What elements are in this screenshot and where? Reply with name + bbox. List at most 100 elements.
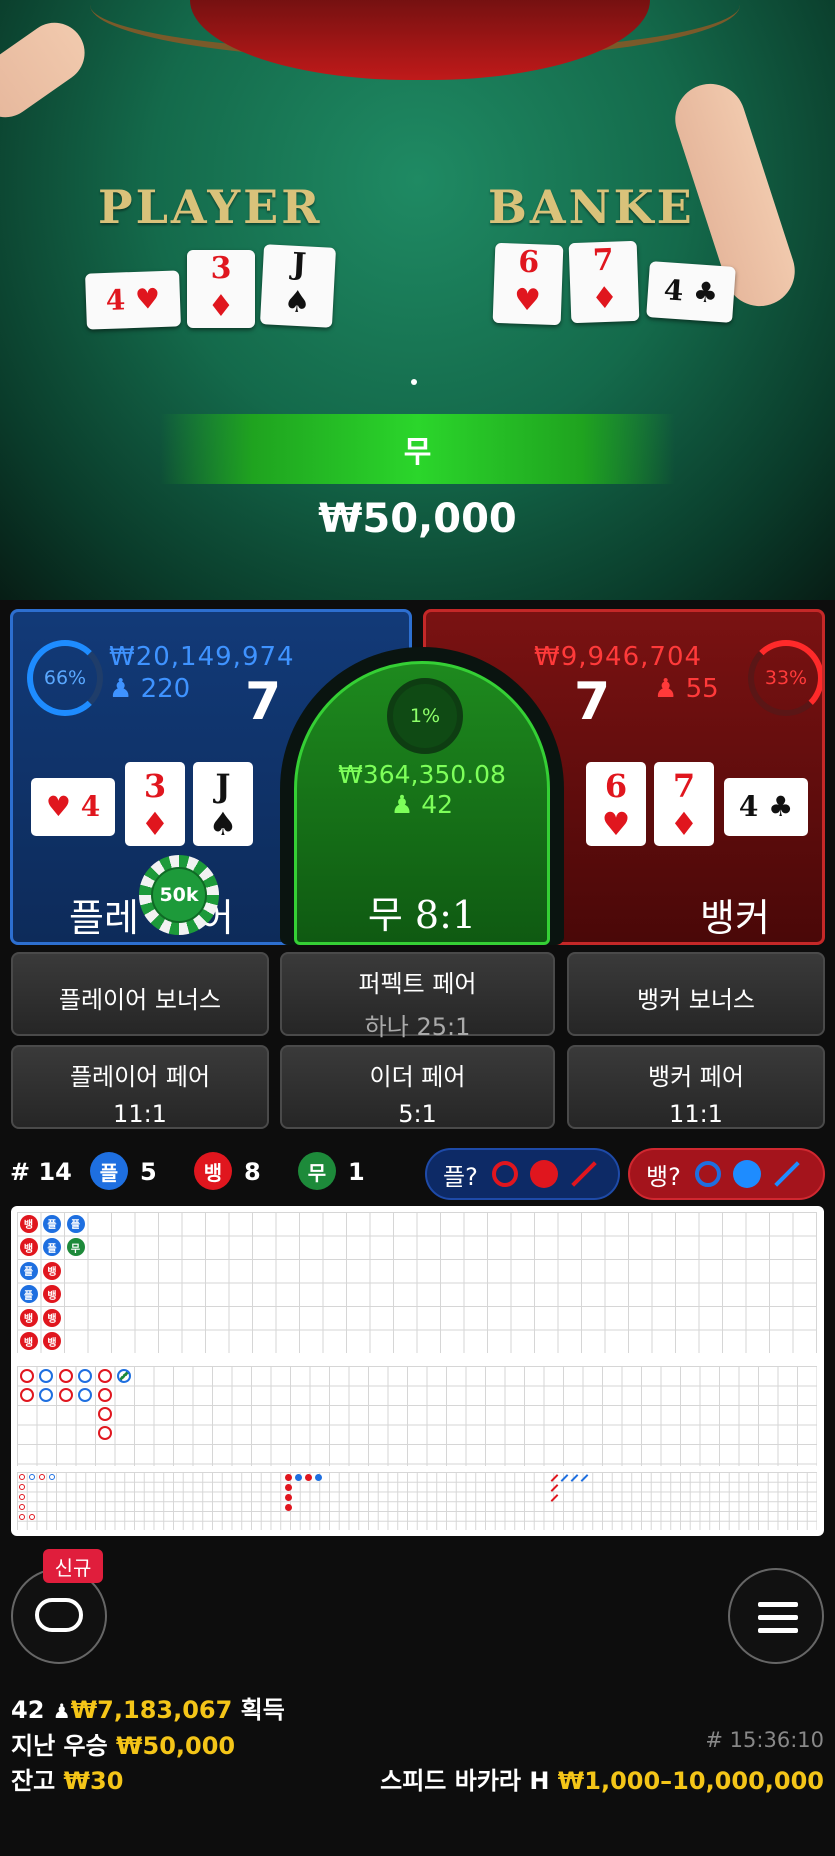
- balance-amount: ₩30: [63, 1767, 124, 1795]
- banker-card-2: 7 ♦: [654, 762, 714, 846]
- big-road-banker-mark: [20, 1388, 34, 1402]
- tie-bet-spot[interactable]: 1% ₩364,350.08 ♟ 42 무 8:1: [294, 661, 550, 945]
- felt-banker-card-1: 6 ♥: [492, 242, 564, 326]
- total-win-amount: ₩7,183,067: [70, 1696, 233, 1724]
- banker-percent-ring: 33%: [748, 640, 822, 716]
- banker-bonus-label: 뱅커 보너스: [636, 986, 756, 1014]
- spade-suit-icon: ♠: [282, 284, 312, 321]
- card-rank: 4: [662, 273, 685, 308]
- felt-player-card-2: 3 ♦: [187, 250, 255, 328]
- felt-player-label: PLAYER: [98, 180, 323, 234]
- lobby-icon: [35, 1598, 83, 1632]
- big-road-banker-mark: [98, 1407, 112, 1421]
- cockroach-mark: [550, 1484, 559, 1492]
- banker-pair-odds: 11:1: [669, 1100, 723, 1128]
- big-road-player-mark: [39, 1369, 53, 1383]
- win-amount: ₩50,000: [318, 496, 517, 542]
- banker-bonus-button[interactable]: 뱅커 보너스: [567, 952, 825, 1036]
- small-road-mark: [285, 1494, 292, 1501]
- bet-chip[interactable]: 50k: [139, 855, 219, 935]
- dealer: [190, 0, 650, 80]
- big-eye-mark: [19, 1484, 25, 1490]
- small-road-mark: [285, 1484, 292, 1491]
- roadmap[interactable]: 뱅뱅플플뱅뱅플플뱅뱅뱅뱅플무: [11, 1206, 824, 1536]
- player-pair-button[interactable]: 플레이어 페어 11:1: [11, 1045, 269, 1129]
- big-road-tie-mark: [117, 1369, 131, 1383]
- player-bonus-button[interactable]: 플레이어 보너스: [11, 952, 269, 1036]
- bead-road-mark: 뱅: [19, 1332, 38, 1350]
- bead-road-mark: 뱅: [43, 1285, 61, 1303]
- heart-suit-icon: ♥: [513, 282, 542, 319]
- spade-suit-icon: ♠: [208, 805, 238, 843]
- table-info-row: 스피드 바카라 H ₩1,000–10,000,000: [380, 1761, 824, 1796]
- diamond-suit-icon: ♦: [140, 805, 170, 843]
- bead-road-mark: 플: [66, 1214, 85, 1233]
- banker-pair-button[interactable]: 뱅커 페어 11:1: [567, 1045, 825, 1129]
- banker-bet-total: ₩9,946,704: [534, 642, 703, 672]
- either-pair-button[interactable]: 이더 페어 5:1: [280, 1045, 555, 1129]
- banker-card-1: 6 ♥: [586, 762, 646, 846]
- bead-road: 뱅뱅플플뱅뱅플플뱅뱅뱅뱅플무: [17, 1212, 817, 1353]
- heart-suit-icon: ♥: [601, 805, 631, 843]
- balance-row: 잔고 ₩30: [11, 1761, 123, 1796]
- tie-spot-label: 무 8:1: [367, 893, 477, 937]
- felt-player-card-1: 4 ♥: [85, 270, 181, 330]
- menu-button[interactable]: [728, 1568, 824, 1664]
- balance-label: 잔고: [11, 1767, 56, 1795]
- small-road: [283, 1472, 543, 1530]
- player-pair-label: 플레이어 페어: [69, 1063, 211, 1091]
- bead-road-mark: 뱅: [19, 1238, 38, 1256]
- bead-road-mark: 뱅: [43, 1308, 61, 1327]
- card-rank: 7: [672, 767, 696, 805]
- banker-win-badge: 뱅: [194, 1152, 232, 1190]
- bead-road-mark: 뱅: [43, 1332, 61, 1350]
- big-road-banker-mark: [98, 1369, 112, 1383]
- bead-road-mark: 뱅: [19, 1214, 38, 1233]
- table-limits: ₩1,000–10,000,000: [557, 1767, 824, 1795]
- big-eye-mark: [29, 1514, 35, 1520]
- tie-percent-ring: 1%: [387, 678, 463, 754]
- player-pair-odds: 11:1: [113, 1100, 167, 1128]
- ask-banker-button[interactable]: 뱅?: [628, 1148, 825, 1200]
- felt-dot: [411, 379, 417, 385]
- cockroach-mark: [550, 1474, 559, 1482]
- game-id: # 15:36:10: [705, 1728, 824, 1752]
- perfect-pair-button[interactable]: 퍼펙트 페어 하나 25:1: [280, 952, 555, 1041]
- cockroach-mark: [550, 1494, 559, 1502]
- diamond-suit-icon: ♦: [207, 289, 235, 324]
- red-dot-icon: [529, 1160, 558, 1188]
- diamond-suit-icon: ♦: [669, 805, 699, 843]
- table-name: 스피드 바카라 H: [380, 1767, 550, 1795]
- bead-road-mark: 플: [43, 1214, 61, 1233]
- bead-road-mark: 플: [19, 1285, 38, 1303]
- club-suit-icon: ♣: [768, 790, 794, 823]
- big-eye-mark: [49, 1474, 55, 1480]
- live-video-feed: PLAYER BANKE 4 ♥ 3 ♦ J ♠ 6 ♥ 7 ♦ 4 ♣ 무 ₩…: [0, 0, 835, 600]
- big-eye-mark: [19, 1494, 25, 1500]
- big-road-banker-mark: [98, 1426, 112, 1440]
- last-win-label: 지난 우승: [11, 1732, 108, 1760]
- cockroach-mark: [580, 1474, 589, 1482]
- bet-area: 66% ₩20,149,974 ♟ 220 7 ♥ 4 3 ♦ J ♠ 플레어: [10, 609, 825, 945]
- total-win-row: 42 ♟₩7,183,067 획득: [11, 1690, 285, 1725]
- banker-pair-label: 뱅커 페어: [648, 1063, 744, 1091]
- bead-road-mark: 플: [43, 1238, 61, 1256]
- player-bet-total: ₩20,149,974: [109, 642, 295, 672]
- result-banner: 무: [160, 414, 675, 484]
- big-road-player-mark: [78, 1369, 92, 1383]
- player-win-count: 5: [140, 1158, 157, 1186]
- small-road-mark: [305, 1474, 312, 1481]
- either-pair-label: 이더 페어: [369, 1063, 466, 1091]
- cockroach-mark: [560, 1474, 569, 1482]
- small-road-mark: [285, 1474, 292, 1481]
- player-percent: 66%: [43, 667, 87, 689]
- tie-bettor-count: 42: [421, 790, 454, 819]
- ask-player-button[interactable]: 플?: [425, 1148, 620, 1200]
- big-eye-mark: [39, 1474, 45, 1480]
- big-eye-mark: [29, 1474, 35, 1480]
- new-badge: 신규: [43, 1549, 103, 1583]
- felt-banker-card-3: 4 ♣: [646, 261, 736, 323]
- banker-spot-label: 뱅커: [700, 896, 770, 940]
- big-eye-road: [17, 1472, 277, 1530]
- result-label: 무: [403, 435, 432, 470]
